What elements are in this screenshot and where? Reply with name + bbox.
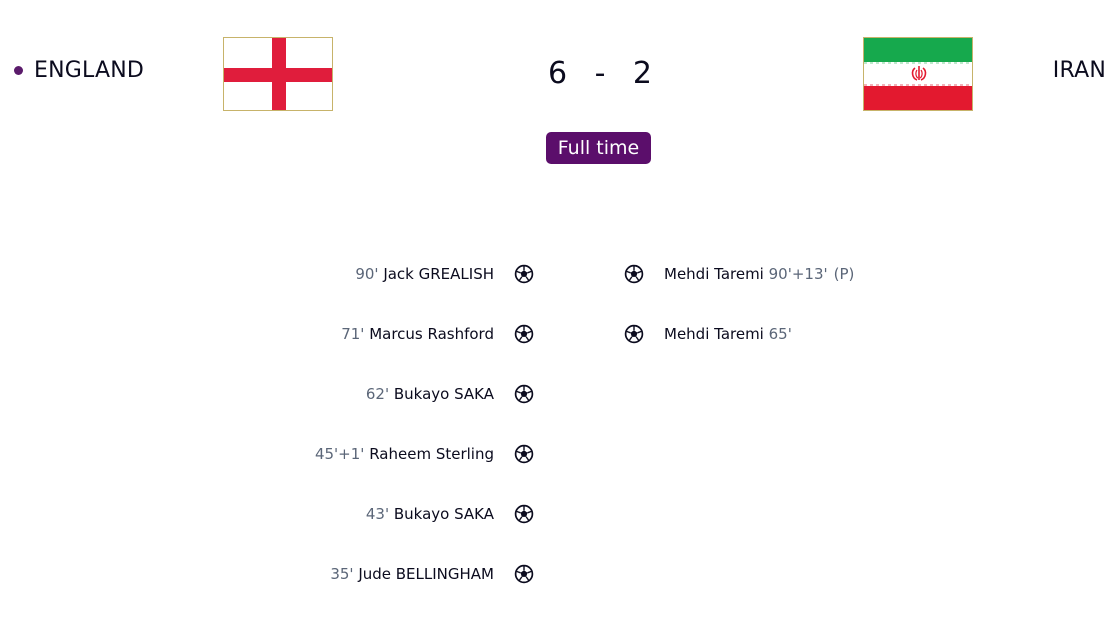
goal-scorer[interactable]: Marcus Rashford (369, 322, 494, 346)
goal-minute: 43' (365, 505, 390, 523)
flag-cross-horizontal (224, 68, 332, 82)
iran-emblem-icon (911, 66, 927, 81)
goal-scorer[interactable]: Mehdi Taremi (664, 262, 764, 286)
goal-scorer[interactable]: Mehdi Taremi (664, 322, 764, 346)
goal-scorer[interactable]: Jack GREALISH (383, 262, 494, 286)
flag-band-green (864, 38, 972, 62)
goal-minute: 62' (365, 385, 390, 403)
soccer-ball-icon (624, 322, 644, 346)
soccer-ball-icon (514, 382, 534, 406)
home-goal-row: 90' Jack GREALISH (315, 262, 534, 322)
soccer-ball-icon (514, 322, 534, 346)
flag-takbir-trim-top (864, 62, 972, 64)
england-flag (223, 37, 333, 111)
soccer-ball-icon (514, 262, 534, 286)
home-goal-row: 62' Bukayo SAKA (315, 382, 534, 442)
match-status-badge: Full time (546, 132, 651, 164)
goal-minute: 45'+1' (314, 445, 365, 463)
goal-minute: 90'+13' (768, 265, 828, 283)
home-indicator-dot (14, 66, 23, 75)
away-team-name[interactable]: IRAN (1053, 58, 1106, 83)
home-goal-row: 35' Jude BELLINGHAM (315, 562, 534, 622)
home-goals-list: 90' Jack GREALISH 71' Marcus Rashford 62' … (315, 262, 534, 622)
soccer-ball-icon (514, 562, 534, 586)
home-team[interactable]: ENGLAND (14, 58, 144, 83)
home-team-name[interactable]: ENGLAND (34, 58, 144, 83)
goal-minute: 90' (355, 265, 379, 283)
away-score: 2 (632, 56, 652, 91)
goal-scorer[interactable]: Raheem Sterling (369, 442, 494, 466)
soccer-ball-icon (624, 262, 644, 286)
soccer-ball-icon (514, 502, 534, 526)
goal-minute: 71' (341, 325, 365, 343)
iran-flag (863, 37, 973, 111)
goal-scorer[interactable]: Bukayo SAKA (394, 382, 494, 406)
goal-minute: 35' (330, 565, 354, 583)
flag-band-red (864, 86, 972, 110)
away-goal-row: Mehdi Taremi 90'+13' (P) (624, 262, 854, 322)
home-goal-row: 43' Bukayo SAKA (315, 502, 534, 562)
goal-scorer[interactable]: Jude BELLINGHAM (358, 562, 494, 586)
away-team[interactable]: IRAN (1053, 58, 1106, 83)
score-separator: - (594, 56, 606, 91)
goal-minute: 65' (768, 325, 792, 343)
home-goal-row: 71' Marcus Rashford (315, 322, 534, 382)
penalty-marker: (P) (833, 265, 855, 283)
goal-scorer[interactable]: Bukayo SAKA (394, 502, 494, 526)
scoreline: 6 - 2 (548, 56, 652, 91)
home-goal-row: 45'+1' Raheem Sterling (315, 442, 534, 502)
home-score: 6 (548, 56, 568, 91)
soccer-ball-icon (514, 442, 534, 466)
away-goals-list: Mehdi Taremi 90'+13' (P) Mehdi Taremi 65' (624, 262, 854, 382)
away-goal-row: Mehdi Taremi 65' (624, 322, 854, 382)
